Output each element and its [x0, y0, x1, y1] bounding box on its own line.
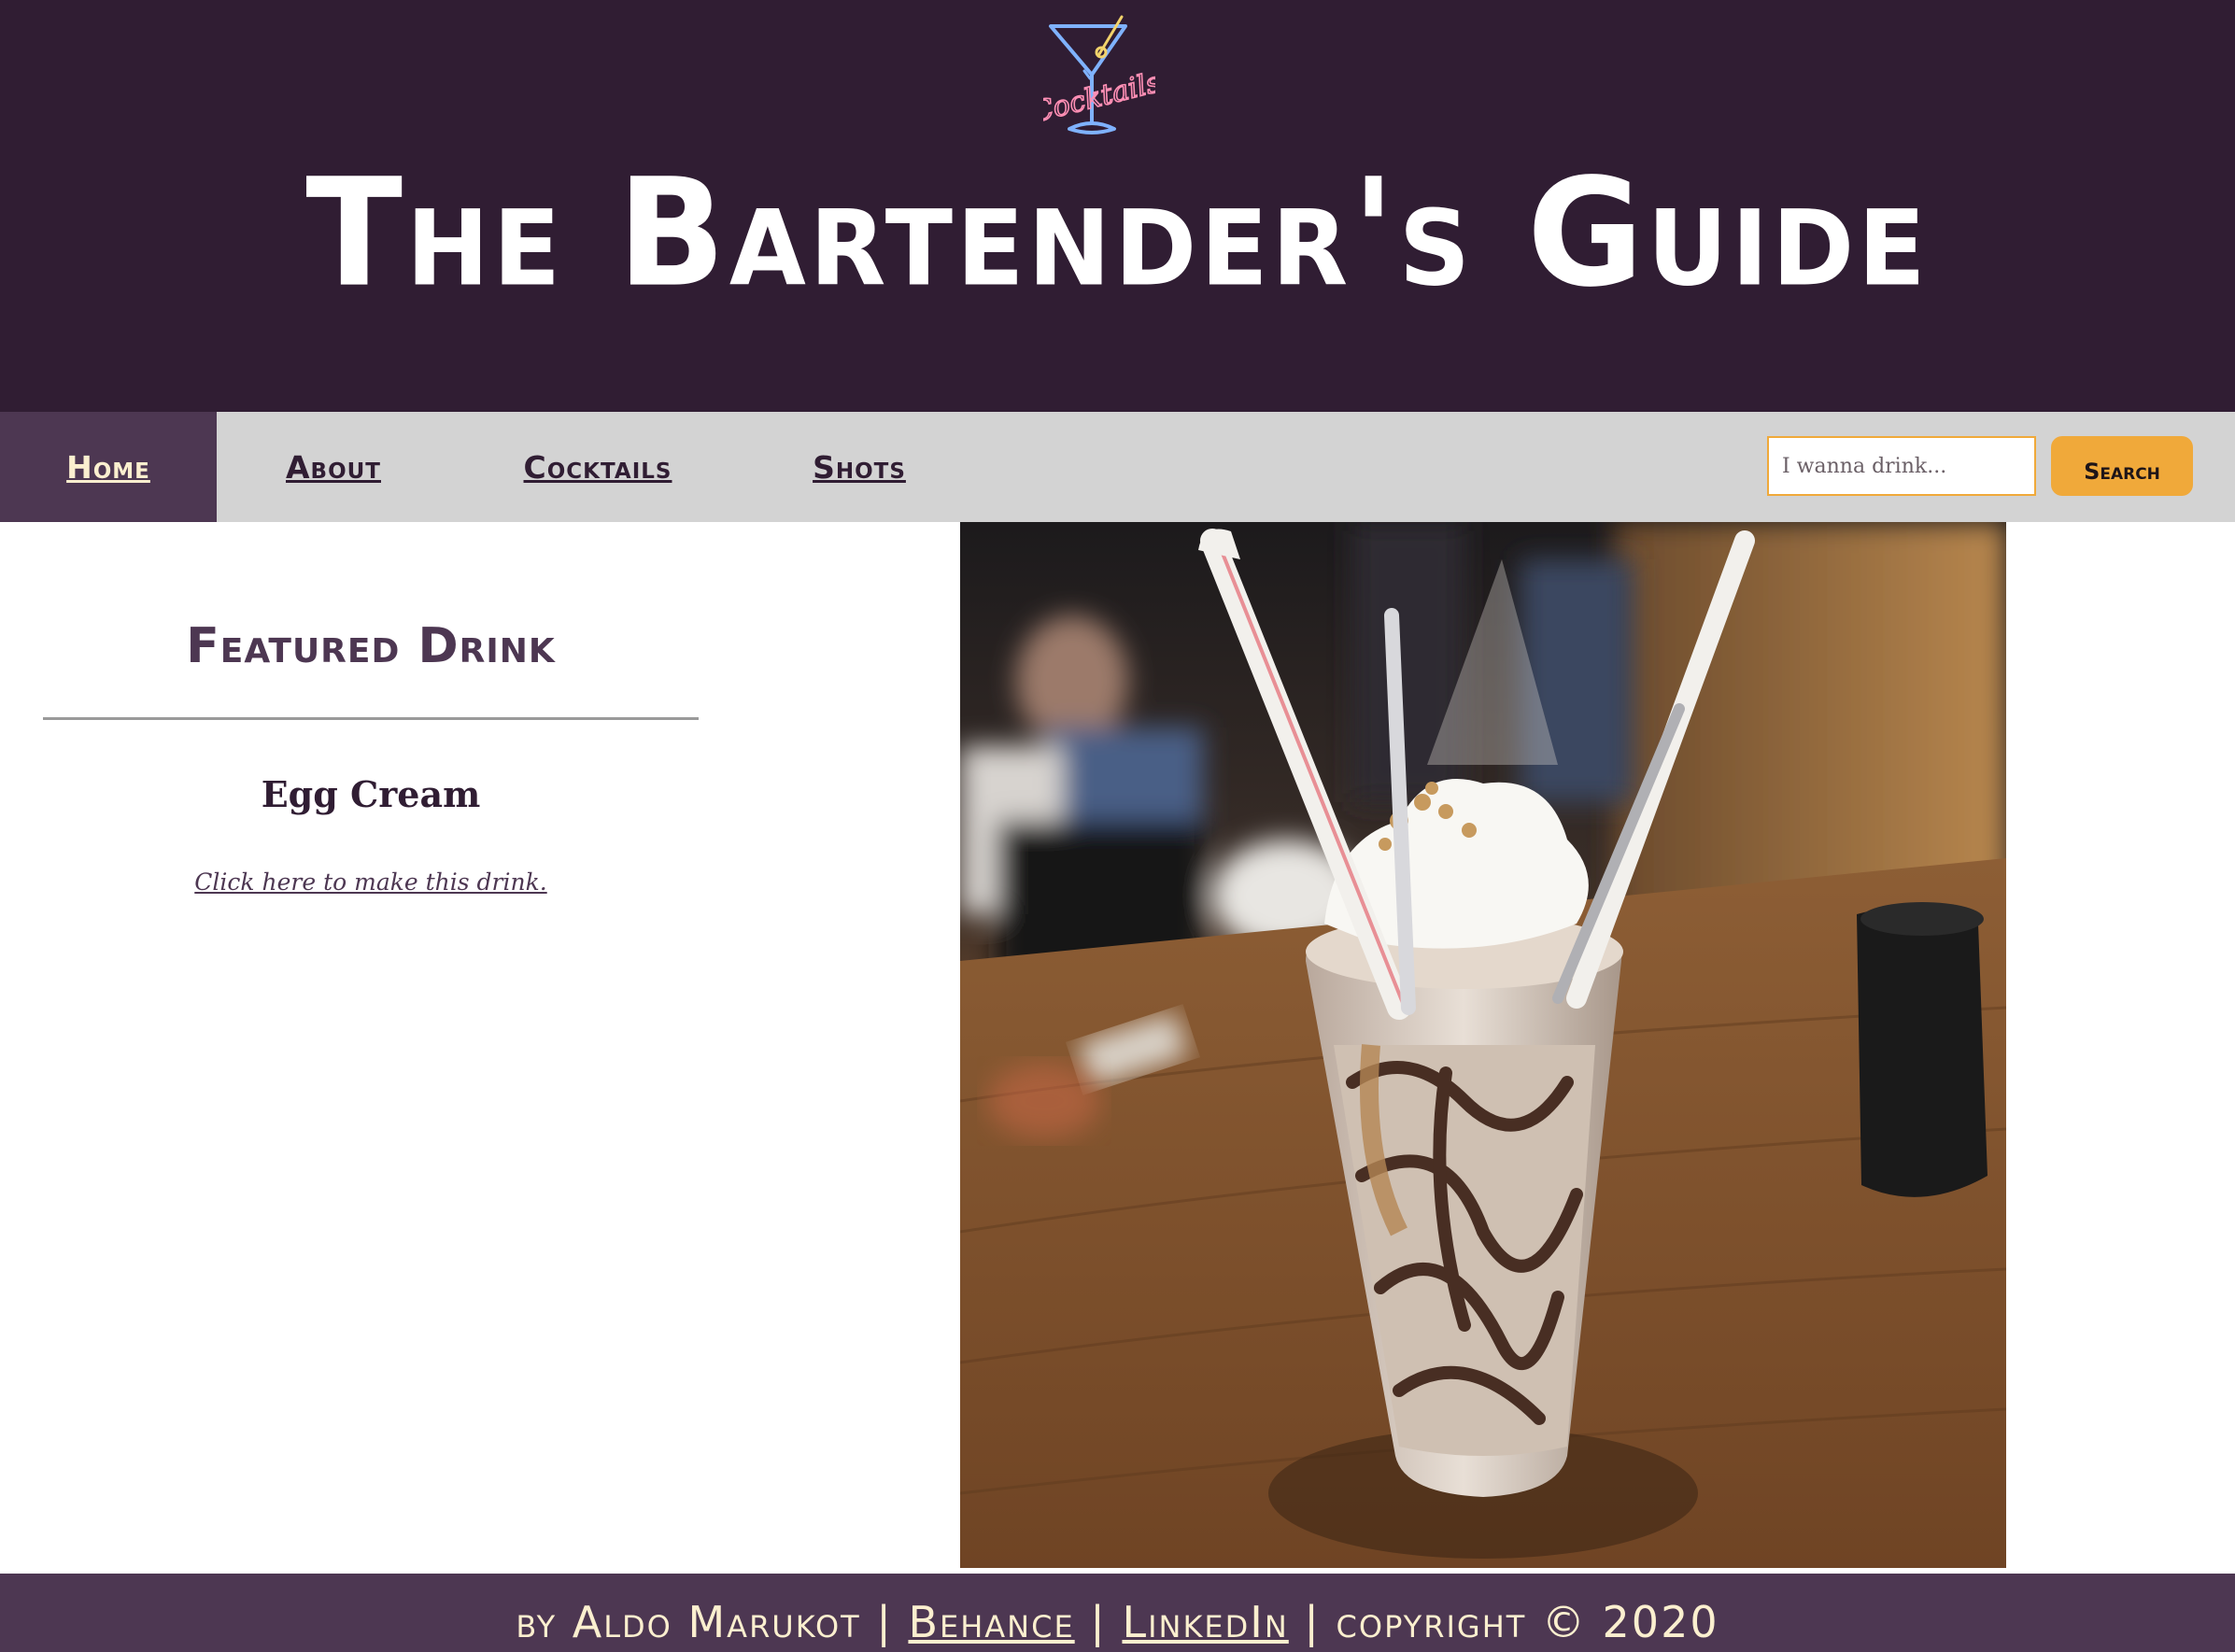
featured-drink-photo: [960, 522, 2006, 1568]
svg-text:Cocktails: Cocktails: [1043, 66, 1155, 130]
nav-item-about[interactable]: About: [245, 412, 422, 522]
featured-divider: [43, 717, 699, 720]
footer-author: by Aldo Marukot: [516, 1597, 861, 1647]
linkedin-link[interactable]: LinkedIn: [1122, 1597, 1288, 1647]
footer-separator: |: [1288, 1597, 1337, 1647]
footer-separator: |: [1074, 1597, 1123, 1647]
site-header: Cocktails The Bartender's Guide: [0, 0, 2235, 412]
nav-item-shots[interactable]: Shots: [775, 412, 943, 522]
nav-item-cocktails[interactable]: Cocktails: [486, 412, 710, 522]
search-button[interactable]: Search: [2051, 436, 2193, 496]
footer-copyright: copyright © 2020: [1336, 1597, 1719, 1647]
drink-name: Egg Cream: [261, 773, 481, 815]
site-title: The Bartender's Guide: [305, 146, 1930, 320]
featured-heading: Featured Drink: [186, 618, 556, 674]
site-footer: by Aldo Marukot | Behance | LinkedIn | c…: [0, 1574, 2235, 1652]
make-drink-link[interactable]: Click here to make this drink.: [43, 868, 699, 896]
cocktail-logo-icon: Cocktails: [1043, 15, 1155, 134]
search-input[interactable]: [1767, 436, 2036, 496]
footer-separator: |: [860, 1597, 909, 1647]
footer-credits: by Aldo Marukot | Behance | LinkedIn | c…: [0, 1574, 2235, 1652]
behance-link[interactable]: Behance: [908, 1597, 1074, 1647]
nav-item-home[interactable]: Home: [0, 412, 217, 522]
